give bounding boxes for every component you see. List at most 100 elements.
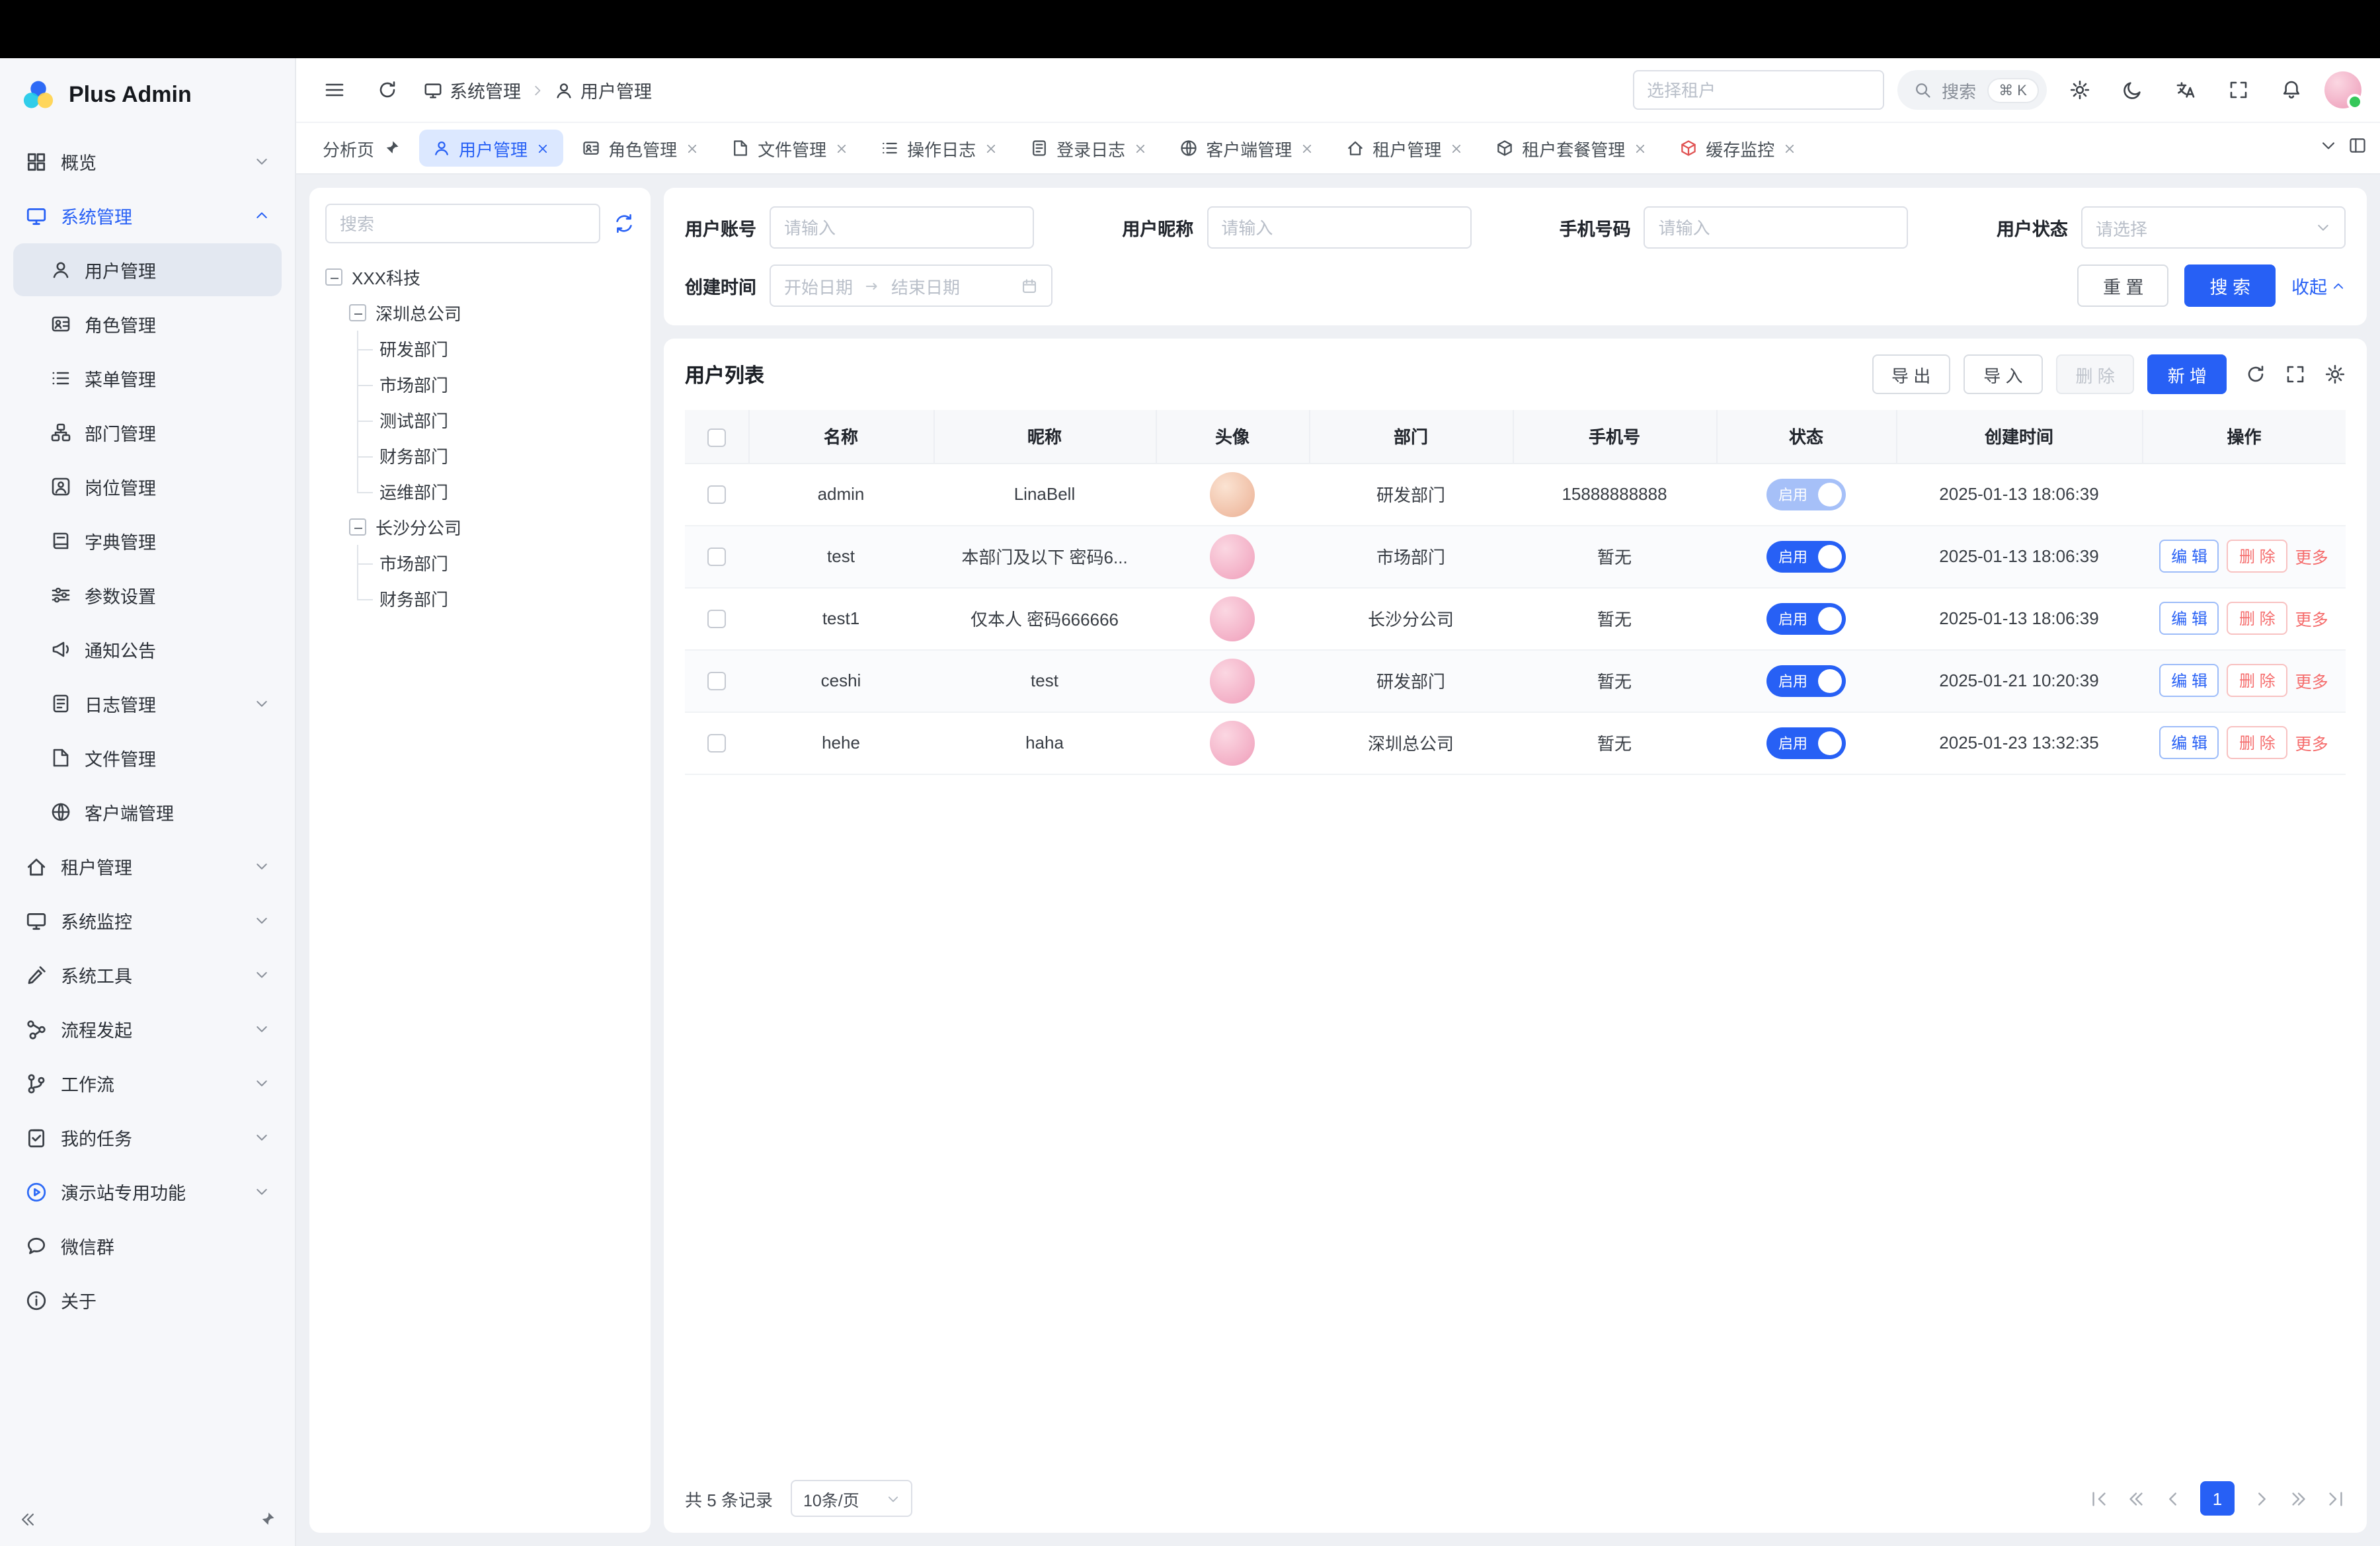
sidebar-item-dict-management[interactable]: 字典管理 [13,514,282,567]
status-toggle[interactable]: 启用 [1766,602,1846,634]
close-icon[interactable] [984,141,998,155]
tree-node-branch[interactable]: 长沙分公司 [349,509,635,545]
fullscreen-button[interactable] [2219,70,2258,110]
status-toggle[interactable]: 启用 [1766,478,1846,510]
sidebar-item-tenant-management[interactable]: 租户管理 [13,840,282,893]
table-settings-icon[interactable] [2324,364,2346,385]
hamburger-menu-button[interactable] [315,70,354,110]
row-delete-button[interactable]: 删 除 [2227,726,2287,759]
tree-node-dept[interactable]: 市场部门 [357,545,635,581]
sidebar-item-workflow[interactable]: 工作流 [13,1057,282,1110]
pin-icon[interactable] [382,139,401,157]
export-button[interactable]: 导 出 [1872,354,1950,394]
last-page-icon[interactable] [2326,1488,2346,1508]
row-delete-button[interactable]: 删 除 [2227,664,2287,697]
tab-tenant-package-management[interactable]: 租户套餐管理 [1482,130,1661,167]
sidebar-collapse-icon[interactable] [19,1510,37,1529]
tab-analysis[interactable]: 分析页 [309,130,414,167]
tree-node-branch[interactable]: 深圳总公司 [349,295,635,331]
status-toggle[interactable]: 启用 [1766,665,1846,696]
sidebar-item-menu-management[interactable]: 菜单管理 [13,352,282,405]
more-button[interactable]: 更多 [2295,668,2328,693]
close-icon[interactable] [1449,141,1464,155]
row-checkbox[interactable] [707,735,726,753]
edit-button[interactable]: 编 辑 [2159,726,2219,759]
sidebar-item-log-management[interactable]: 日志管理 [13,677,282,730]
table-fullscreen-icon[interactable] [2285,364,2306,385]
row-delete-button[interactable]: 删 除 [2227,602,2287,635]
sidebar-item-file-management[interactable]: 文件管理 [13,731,282,784]
breadcrumb-item-users[interactable]: 用户管理 [554,77,652,103]
brand[interactable]: Plus Admin [0,58,295,132]
nickname-input[interactable] [1207,206,1471,249]
page-size-select[interactable]: 10条/页 [791,1480,913,1517]
tree-node-dept[interactable]: 运维部门 [357,473,635,509]
sidebar-pin-icon[interactable] [258,1510,276,1529]
tree-node-root[interactable]: XXX科技 [325,259,635,295]
edit-button[interactable]: 编 辑 [2159,664,2219,697]
import-button[interactable]: 导 入 [1964,354,2042,394]
next-5-pages-icon[interactable] [2289,1488,2309,1508]
delete-button[interactable]: 删 除 [2056,354,2135,394]
next-page-icon[interactable] [2252,1488,2272,1508]
sidebar-item-role-management[interactable]: 角色管理 [13,298,282,350]
dark-mode-button[interactable] [2113,70,2153,110]
edit-button[interactable]: 编 辑 [2159,540,2219,573]
prev-5-pages-icon[interactable] [2126,1488,2146,1508]
sidebar-item-wechat-group[interactable]: 微信群 [13,1219,282,1272]
tab-user-management[interactable]: 用户管理 [419,130,563,167]
close-icon[interactable] [834,141,849,155]
status-toggle[interactable]: 启用 [1766,727,1846,758]
sidebar-item-client-management[interactable]: 客户端管理 [13,786,282,838]
select-all-checkbox[interactable] [707,428,726,446]
close-icon[interactable] [1133,141,1148,155]
global-search-button[interactable]: 搜索 ⌘ K [1897,70,2047,110]
collapse-box-icon[interactable] [349,304,366,321]
close-icon[interactable] [685,141,699,155]
sidebar-item-overview[interactable]: 概览 [13,135,282,188]
tree-node-dept[interactable]: 财务部门 [357,438,635,473]
status-select[interactable]: 请选择 [2081,206,2346,249]
account-input[interactable] [770,206,1034,249]
user-avatar[interactable] [2324,71,2361,108]
tab-cache-monitor[interactable]: 缓存监控 [1666,130,1810,167]
sidebar-item-user-management[interactable]: 用户管理 [13,243,282,296]
tab-file-management[interactable]: 文件管理 [718,130,862,167]
sidebar-item-about[interactable]: 关于 [13,1274,282,1326]
close-icon[interactable] [1633,141,1647,155]
close-icon[interactable] [536,141,550,155]
collapse-box-icon[interactable] [349,518,366,536]
created-daterange-picker[interactable]: 开始日期 结束日期 [770,264,1052,307]
tab-login-log[interactable]: 登录日志 [1017,130,1161,167]
table-refresh-icon[interactable] [2245,364,2266,385]
dept-search-input[interactable] [325,204,600,243]
prev-page-icon[interactable] [2163,1488,2183,1508]
tree-node-dept[interactable]: 市场部门 [357,366,635,402]
sidebar-item-system-monitor[interactable]: 系统监控 [13,894,282,947]
sidebar-item-post-management[interactable]: 岗位管理 [13,460,282,513]
row-checkbox[interactable] [707,486,726,505]
row-checkbox[interactable] [707,610,726,629]
reset-button[interactable]: 重 置 [2078,264,2169,307]
sidebar-item-system-tools[interactable]: 系统工具 [13,948,282,1001]
tree-node-dept[interactable]: 测试部门 [357,402,635,438]
status-toggle[interactable]: 启用 [1766,540,1846,572]
language-button[interactable] [2166,70,2205,110]
close-icon[interactable] [1300,141,1314,155]
current-page-button[interactable]: 1 [2200,1481,2235,1516]
tree-node-dept[interactable]: 研发部门 [357,331,635,366]
dept-refresh-icon[interactable] [614,213,635,234]
tab-role-management[interactable]: 角色管理 [569,130,713,167]
tab-operation-log[interactable]: 操作日志 [867,130,1012,167]
sidebar-item-my-tasks[interactable]: 我的任务 [13,1111,282,1164]
breadcrumb-item-system[interactable]: 系统管理 [423,77,521,103]
row-checkbox[interactable] [707,548,726,567]
row-checkbox[interactable] [707,672,726,691]
first-page-icon[interactable] [2089,1488,2109,1508]
edit-button[interactable]: 编 辑 [2159,602,2219,635]
more-button[interactable]: 更多 [2295,544,2328,569]
tabs-layout-button[interactable] [2348,136,2367,161]
close-icon[interactable] [1782,141,1797,155]
more-button[interactable]: 更多 [2295,730,2328,755]
tab-tenant-management[interactable]: 租户管理 [1333,130,1477,167]
